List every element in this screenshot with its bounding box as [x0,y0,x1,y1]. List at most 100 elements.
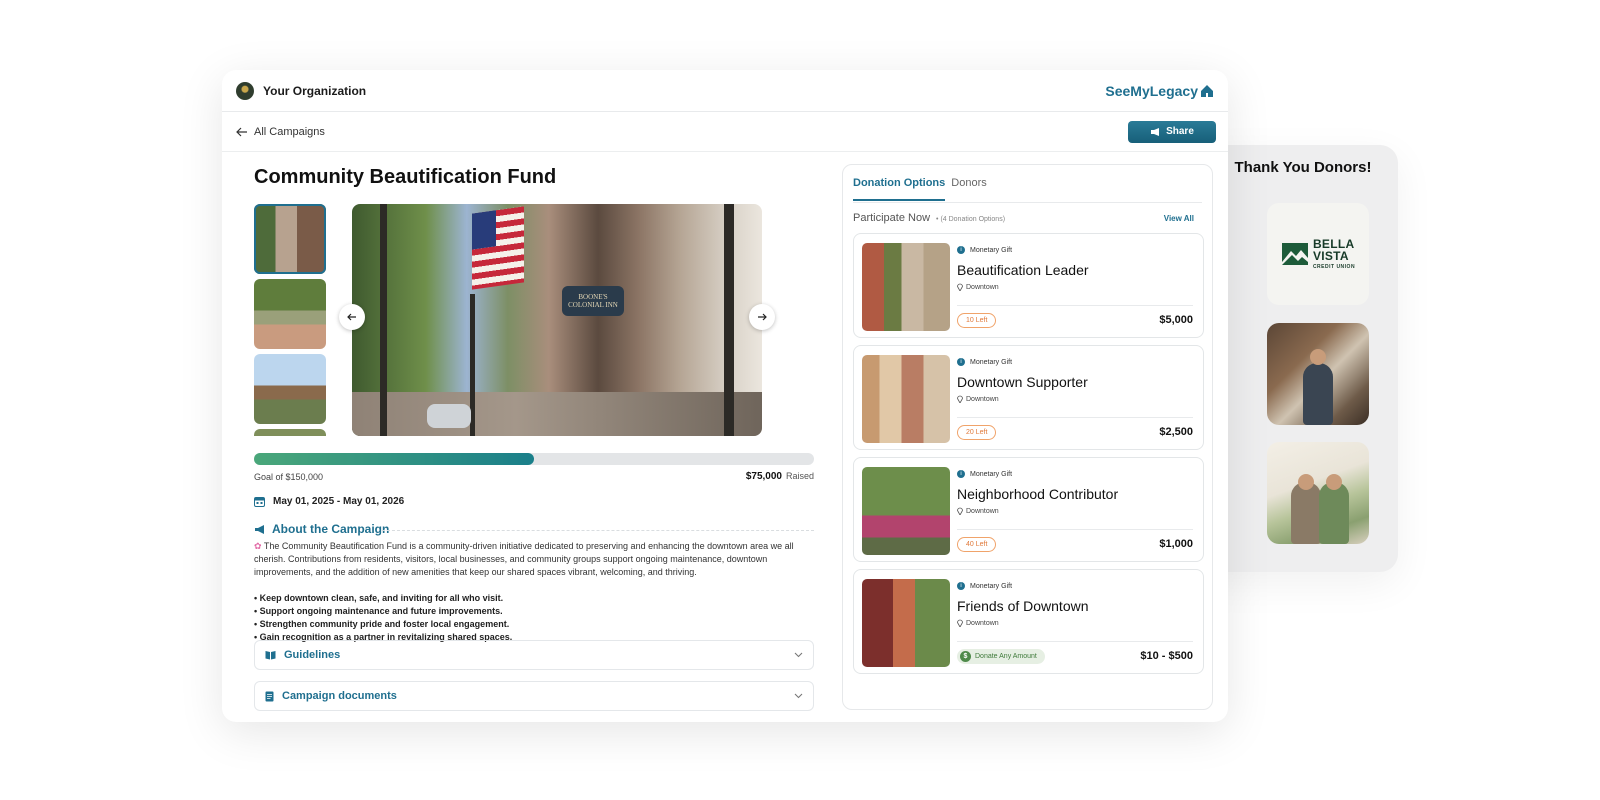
option-location-text: Downtown [966,283,999,291]
option-location: Downtown [957,283,999,291]
about-text: ✿ The Community Beautification Fund is a… [254,540,814,579]
info-icon: i [957,246,965,254]
option-type: i Monetary Gift [957,358,1012,366]
participate-label: Participate Now [853,212,931,224]
donation-option-2[interactable]: i Monetary Gift Downtown Supporter Downt… [853,345,1204,450]
availability-badge: 10 Left [957,313,997,328]
building-post [724,204,734,436]
participate-heading: Participate Now • (4 Donation Options) [853,212,1005,224]
thumbnail-2[interactable] [254,279,326,349]
guidelines-label: Guidelines [284,649,341,661]
tab-donors[interactable]: Donors [951,177,986,201]
about-heading: About the Campaign [254,522,389,536]
option-type: i Monetary Gift [957,470,1012,478]
option-divider [957,305,1193,306]
donation-options-card: Donation Options Donors Participate Now … [842,164,1213,710]
person-shape [1291,482,1321,544]
option-price: $10 - $500 [1140,650,1193,662]
option-title: Beautification Leader [957,262,1089,278]
person-head [1326,474,1342,490]
option-location: Downtown [957,395,999,403]
thumbnail-1[interactable] [254,204,326,274]
list-item: • Support ongoing maintenance and future… [254,606,503,616]
document-icon [265,691,274,701]
accordion-label: Guidelines [265,649,340,661]
option-type: i Monetary Gift [957,582,1012,590]
person-head [1310,349,1326,365]
donor-photo-bakery[interactable] [1267,323,1369,425]
share-button[interactable]: Share [1128,120,1216,143]
documents-accordion[interactable]: Campaign documents [254,681,814,711]
calendar-icon [254,497,265,507]
option-price: $1,000 [1159,538,1193,550]
thumbnail-4[interactable] [254,429,326,436]
option-location-text: Downtown [966,507,999,515]
option-price: $5,000 [1159,314,1193,326]
option-price: $2,500 [1159,426,1193,438]
about-heading-text: About the Campaign [272,522,390,536]
donor-photo-florist[interactable] [1267,442,1369,544]
next-image-button[interactable] [749,304,775,330]
option-type-label: Monetary Gift [970,246,1013,254]
arrow-left-icon [347,313,356,321]
brand-name: SeeMyLegacy [1105,82,1198,99]
info-icon: i [957,358,965,366]
info-icon: i [957,470,965,478]
dollar-icon: $ [960,651,971,662]
date-range: May 01, 2025 - May 01, 2026 [273,496,405,507]
raised-amount: $75,000 Raised [746,471,814,482]
inn-sign: BOONE'S COLONIAL INN [562,286,624,316]
availability-badge: 20 Left [957,425,997,440]
option-divider [957,417,1193,418]
megaphone-icon [1151,127,1160,136]
prev-image-button[interactable] [339,304,365,330]
badge-text: Donate Any Amount [975,653,1037,660]
donation-option-4[interactable]: i Monetary Gift Friends of Downtown Down… [853,569,1204,674]
megaphone-icon [255,524,264,534]
arrow-right-icon [758,313,767,321]
donor-logo-bella-vista[interactable]: BELLA VISTA CREDIT UNION [1267,203,1369,305]
option-location: Downtown [957,619,999,627]
org-name: Your Organization [263,83,367,98]
funding-progress-bar [254,453,814,465]
brand-logo[interactable]: SeeMyLegacy [1105,83,1214,99]
about-text-body: The Community Beautification Fund is a c… [254,541,794,577]
campaign-goals-list: • Keep downtown clean, safe, and invitin… [254,592,814,644]
option-title: Downtown Supporter [957,374,1088,390]
location-pin-icon [957,283,963,291]
back-label: All Campaigns [254,125,325,138]
chevron-down-icon [794,693,803,699]
thumbnail-3[interactable] [254,354,326,424]
street-ground [352,392,762,436]
arrow-left-icon [236,127,247,136]
organization[interactable]: Your Organization [236,81,367,100]
participate-count: • (4 Donation Options) [936,216,1006,223]
book-icon [265,651,276,660]
person-head [1298,474,1314,490]
location-pin-icon [957,507,963,515]
option-location-text: Downtown [966,619,999,627]
person-shape [1319,482,1349,544]
donation-option-3[interactable]: i Monetary Gift Neighborhood Contributor… [853,457,1204,562]
sub-bar: All Campaigns Share [222,112,1228,152]
tab-donation-options[interactable]: Donation Options [853,177,946,201]
mountain-logo-icon [1281,243,1308,265]
option-image [862,243,950,331]
logo-line-2: VISTA [1312,249,1349,263]
documents-label: Campaign documents [282,690,397,702]
donation-option-1[interactable]: i Monetary Gift Beautification Leader Do… [853,233,1204,338]
raised-value: $75,000 [745,471,782,482]
lamp-post [380,204,387,436]
guidelines-accordion[interactable]: Guidelines [254,640,814,670]
chevron-down-icon [794,652,803,658]
campaign-dates: May 01, 2025 - May 01, 2026 [254,496,404,507]
option-type-label: Monetary Gift [970,470,1013,478]
info-icon: i [957,582,965,590]
share-label: Share [1166,126,1194,137]
logo-line-3: CREDIT UNION [1312,264,1356,270]
availability-badge: 40 Left [957,537,997,552]
back-to-campaigns[interactable]: All Campaigns [236,126,325,138]
tabs-divider [853,202,1202,203]
view-all-link[interactable]: View All [1164,214,1194,223]
list-item: • Keep downtown clean, safe, and invitin… [254,593,504,603]
